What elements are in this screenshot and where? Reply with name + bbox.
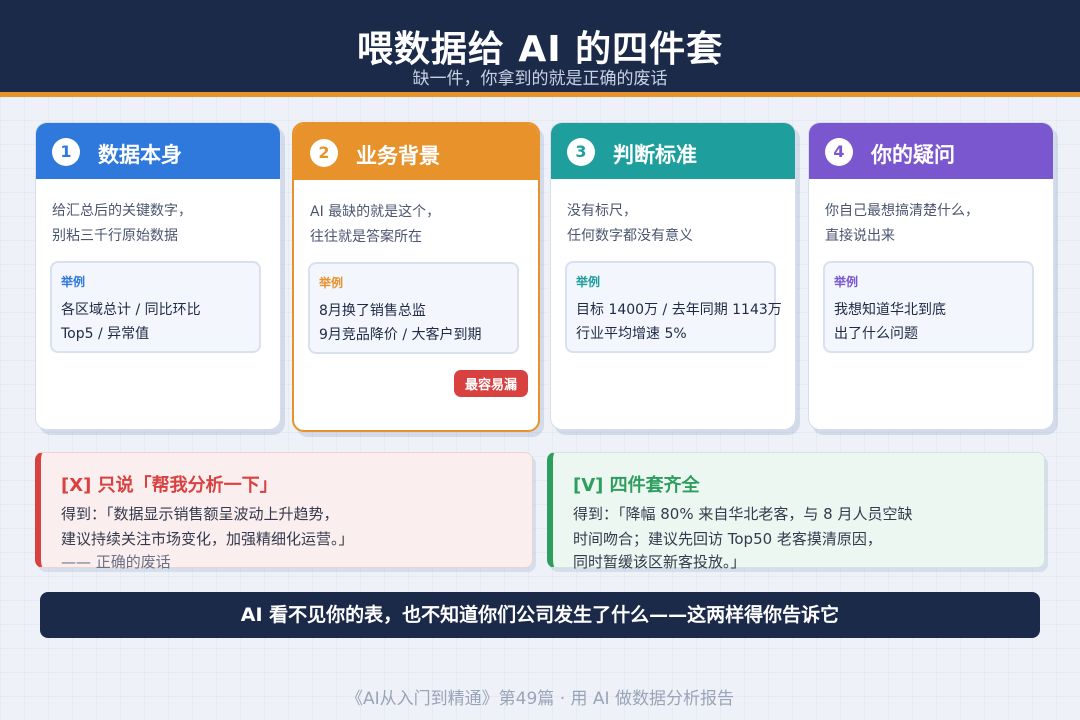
example-label: 举例 xyxy=(576,275,601,289)
example-line: 9月竞品降价 / 大客户到期 xyxy=(319,327,482,343)
bad-result-note: —— 正确的废话 xyxy=(61,553,171,571)
example-box: 举例 目标 1400万 / 去年同期 1143万 行业平均增速 5% xyxy=(565,261,782,353)
description-line: 给汇总后的关键数字， xyxy=(52,203,192,219)
example-line: 8月换了销售总监 xyxy=(319,303,426,319)
bad-result-line: 建议持续关注市场变化，加强精细化运营。」 xyxy=(61,530,354,548)
example-line: 各区域总计 / 同比环比 xyxy=(61,302,201,318)
step-number-badge: 2 xyxy=(310,139,338,167)
example-box: 举例 各区域总计 / 同比环比 Top5 / 异常值 xyxy=(50,261,261,353)
example-label: 举例 xyxy=(61,275,86,289)
card-description: 给汇总后的关键数字， 别粘三千行原始数据 xyxy=(52,199,272,249)
card-header: 4 你的疑问 xyxy=(809,123,1053,179)
step-number-badge: 4 xyxy=(825,138,853,166)
card-header: 1 数据本身 xyxy=(36,123,280,179)
description-line: 直接说出来 xyxy=(825,228,895,244)
page-subtitle: 缺一件，你拿到的就是正确的废话 xyxy=(412,69,668,89)
description-line: AI 最缺的就是这个， xyxy=(310,204,441,220)
footer-caption: 《AI从入门到精通》第49篇 · 用 AI 做数据分析报告 xyxy=(346,689,734,709)
example-box: 举例 8月换了销售总监 9月竞品降价 / 大客户到期 xyxy=(308,262,519,354)
description-line: 任何数字都没有意义 xyxy=(567,228,693,244)
example-label: 举例 xyxy=(319,276,344,290)
description-line: 没有标尺， xyxy=(567,203,637,219)
example-label: 举例 xyxy=(834,275,859,289)
example-line: 目标 1400万 / 去年同期 1143万 xyxy=(576,302,782,318)
bad-result-panel: [X] 只说「帮我分析一下」 得到：「数据显示销售额呈波动上升趋势， 建议持续关… xyxy=(35,452,533,571)
good-result-line: 同时暂缓该区新客投放。」 xyxy=(573,553,746,571)
example-line: 行业平均增速 5% xyxy=(576,326,687,342)
card-business-context: 2 业务背景 AI 最缺的就是这个， 往往就是答案所在 举例 8月换了销售总监 … xyxy=(292,122,540,432)
example-line: 出了什么问题 xyxy=(834,326,918,342)
summary-banner: AI 看不见你的表，也不知道你们公司发生了什么——这两样得你告诉它 xyxy=(40,592,1040,638)
card-header: 3 判断标准 xyxy=(551,123,795,179)
card-title: 你的疑问 xyxy=(871,143,955,167)
description-line: 你自己最想搞清楚什么， xyxy=(825,203,979,219)
card-description: 没有标尺， 任何数字都没有意义 xyxy=(567,199,787,249)
card-description: AI 最缺的就是这个， 往往就是答案所在 xyxy=(310,200,530,250)
step-number-badge: 1 xyxy=(52,138,80,166)
description-line: 往往就是答案所在 xyxy=(310,229,422,245)
bad-result-line: 得到：「数据显示销售额呈波动上升趋势， xyxy=(61,505,339,523)
good-result-panel: [V] 四件套齐全 得到：「降幅 80% 来自华北老客，与 8 月人员空缺 时间… xyxy=(547,452,1045,571)
card-title: 数据本身 xyxy=(98,143,182,167)
example-line: 我想知道华北到底 xyxy=(834,302,946,318)
header: 喂数据给 AI 的四件套 缺一件，你拿到的就是正确的废话 xyxy=(0,0,1080,97)
good-result-line: 时间吻合；建议先回访 Top50 老客摸清原因， xyxy=(573,530,882,548)
card-criteria: 3 判断标准 没有标尺， 任何数字都没有意义 举例 目标 1400万 / 去年同… xyxy=(550,122,796,430)
card-header: 2 业务背景 xyxy=(294,124,538,180)
step-number-badge: 3 xyxy=(567,138,595,166)
card-data: 1 数据本身 给汇总后的关键数字， 别粘三千行原始数据 举例 各区域总计 / 同… xyxy=(35,122,281,430)
example-box: 举例 我想知道华北到底 出了什么问题 xyxy=(823,261,1034,353)
bad-result-title: [X] 只说「帮我分析一下」 xyxy=(61,475,278,496)
good-result-title: [V] 四件套齐全 xyxy=(573,475,700,496)
card-title: 业务背景 xyxy=(356,144,440,168)
good-result-line: 得到：「降幅 80% 来自华北老客，与 8 月人员空缺 xyxy=(573,505,913,523)
example-line: Top5 / 异常值 xyxy=(61,326,150,342)
description-line: 别粘三千行原始数据 xyxy=(52,228,178,244)
card-title: 判断标准 xyxy=(613,143,697,167)
easiest-to-miss-badge: 最容易漏 xyxy=(453,370,528,397)
card-your-question: 4 你的疑问 你自己最想搞清楚什么， 直接说出来 举例 我想知道华北到底 出了什… xyxy=(808,122,1054,430)
card-description: 你自己最想搞清楚什么， 直接说出来 xyxy=(825,199,1045,249)
